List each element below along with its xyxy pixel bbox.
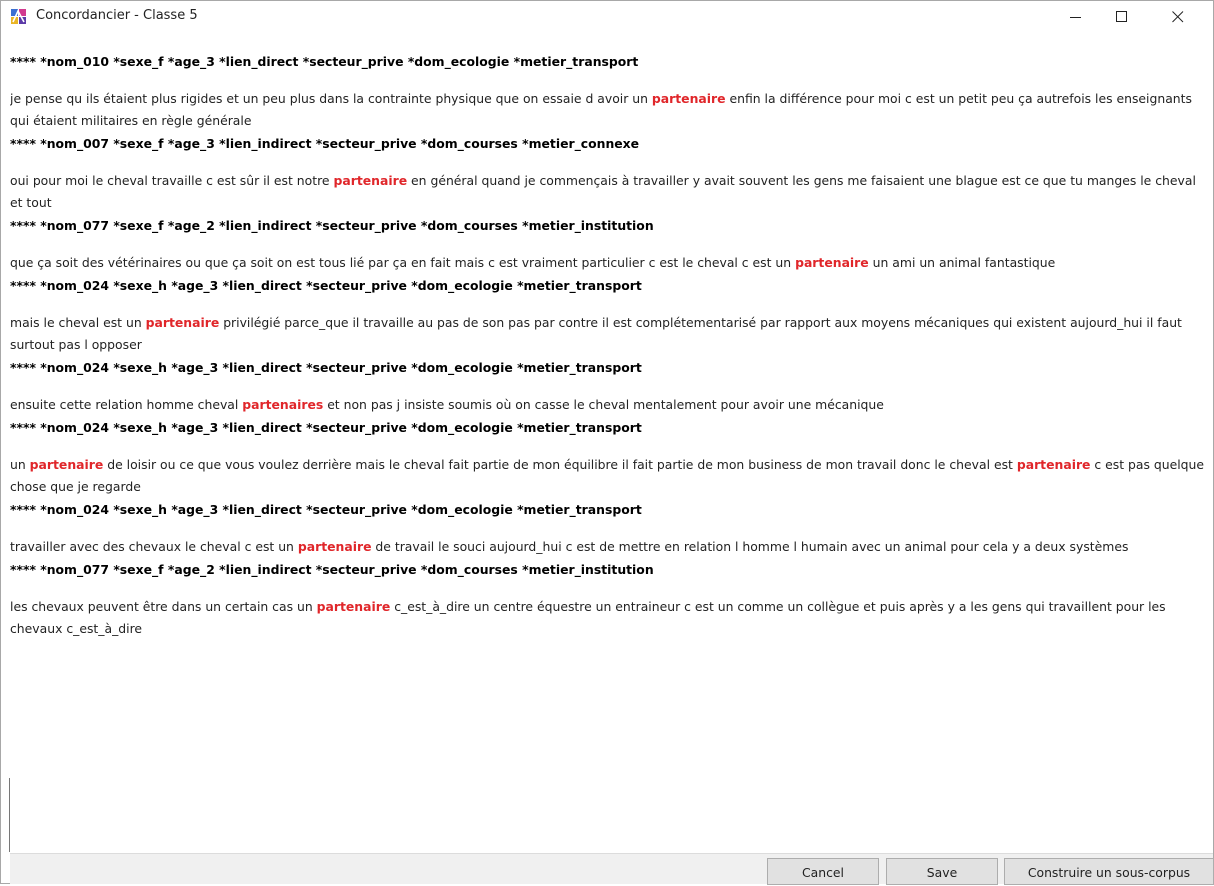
concordancier-window: Concordancier - Classe 5 **** *nom_010 *… [0, 0, 1214, 885]
text-area-border [9, 778, 10, 852]
entry-text: un partenaire de loisir ou ce que vous v… [10, 454, 1210, 498]
entry-text: mais le cheval est un partenaire privilé… [10, 312, 1210, 356]
concordance-entry: **** *nom_007 *sexe_f *age_3 *lien_indir… [10, 134, 1210, 214]
keyword-highlight: partenaire [333, 173, 408, 188]
button-bar: Cancel Save Construire un sous-corpus [10, 853, 1214, 885]
cancel-button[interactable]: Cancel [767, 858, 879, 885]
keyword-highlight: partenaire [1016, 457, 1091, 472]
entry-metadata: **** *nom_077 *sexe_f *age_2 *lien_indir… [10, 218, 654, 233]
entry-text: je pense qu ils étaient plus rigides et … [10, 88, 1210, 132]
close-button[interactable] [1155, 1, 1201, 32]
minimize-icon [1070, 17, 1081, 18]
entry-metadata: **** *nom_024 *sexe_h *age_3 *lien_direc… [10, 502, 642, 517]
keyword-highlight: partenaires [242, 397, 324, 412]
concordance-entry: **** *nom_024 *sexe_h *age_3 *lien_direc… [10, 500, 1210, 558]
maximize-button[interactable] [1099, 1, 1145, 32]
keyword-highlight: partenaire [316, 599, 391, 614]
entry-text: ensuite cette relation homme cheval part… [10, 394, 1210, 416]
entry-metadata: **** *nom_010 *sexe_f *age_3 *lien_direc… [10, 54, 639, 69]
build-subcorpus-button[interactable]: Construire un sous-corpus [1004, 858, 1214, 885]
keyword-highlight: partenaire [795, 255, 869, 270]
minimize-button[interactable] [1053, 1, 1099, 32]
entry-metadata: **** *nom_024 *sexe_h *age_3 *lien_direc… [10, 360, 642, 375]
keyword-highlight: partenaire [145, 315, 220, 330]
entry-metadata: **** *nom_077 *sexe_f *age_2 *lien_indir… [10, 562, 654, 577]
text-segment: travailler avec des chevaux le cheval c … [10, 539, 298, 554]
text-segment: je pense qu ils étaient plus rigides et … [10, 91, 652, 106]
maximize-icon [1116, 11, 1127, 22]
keyword-highlight: partenaire [29, 457, 104, 472]
entry-text: oui pour moi le cheval travaille c est s… [10, 170, 1210, 214]
text-segment: de loisir ou ce que vous voulez derrière… [103, 457, 1017, 472]
title-bar: Concordancier - Classe 5 [1, 1, 1213, 32]
concordance-entry: **** *nom_077 *sexe_f *age_2 *lien_indir… [10, 560, 1210, 640]
entry-text: travailler avec des chevaux le cheval c … [10, 536, 1210, 558]
concordance-entry: **** *nom_077 *sexe_f *age_2 *lien_indir… [10, 216, 1210, 274]
concordance-entry: **** *nom_024 *sexe_h *age_3 *lien_direc… [10, 418, 1210, 498]
concordance-text-area[interactable]: **** *nom_010 *sexe_f *age_3 *lien_direc… [10, 54, 1210, 851]
concordance-entry: **** *nom_024 *sexe_h *age_3 *lien_direc… [10, 358, 1210, 416]
keyword-highlight: partenaire [297, 539, 372, 554]
text-segment: que ça soit des vétérinaires ou que ça s… [10, 255, 796, 270]
app-icon [10, 8, 27, 25]
entry-metadata: **** *nom_024 *sexe_h *age_3 *lien_direc… [10, 278, 642, 293]
text-segment: oui pour moi le cheval travaille c est s… [10, 173, 334, 188]
entry-metadata: **** *nom_007 *sexe_f *age_3 *lien_indir… [10, 136, 640, 151]
text-segment: les chevaux peuvent être dans un certain… [10, 599, 317, 614]
concordance-entry: **** *nom_010 *sexe_f *age_3 *lien_direc… [10, 54, 1210, 132]
entry-metadata: **** *nom_024 *sexe_h *age_3 *lien_direc… [10, 420, 642, 435]
window-title: Concordancier - Classe 5 [36, 8, 198, 23]
text-segment: un ami un animal fantastique [868, 255, 1056, 270]
entry-text: les chevaux peuvent être dans un certain… [10, 596, 1210, 640]
text-segment: un [10, 457, 30, 472]
close-icon [1172, 11, 1184, 23]
concordance-entry: **** *nom_024 *sexe_h *age_3 *lien_direc… [10, 276, 1210, 356]
text-segment: ensuite cette relation homme cheval [10, 397, 243, 412]
text-segment: et non pas j insiste soumis où on casse … [323, 397, 884, 412]
text-segment: de travail le souci aujourd_hui c est de… [371, 539, 1129, 554]
keyword-highlight: partenaire [651, 91, 726, 106]
text-segment: mais le cheval est un [10, 315, 146, 330]
entry-text: que ça soit des vétérinaires ou que ça s… [10, 252, 1210, 274]
save-button[interactable]: Save [886, 858, 998, 885]
